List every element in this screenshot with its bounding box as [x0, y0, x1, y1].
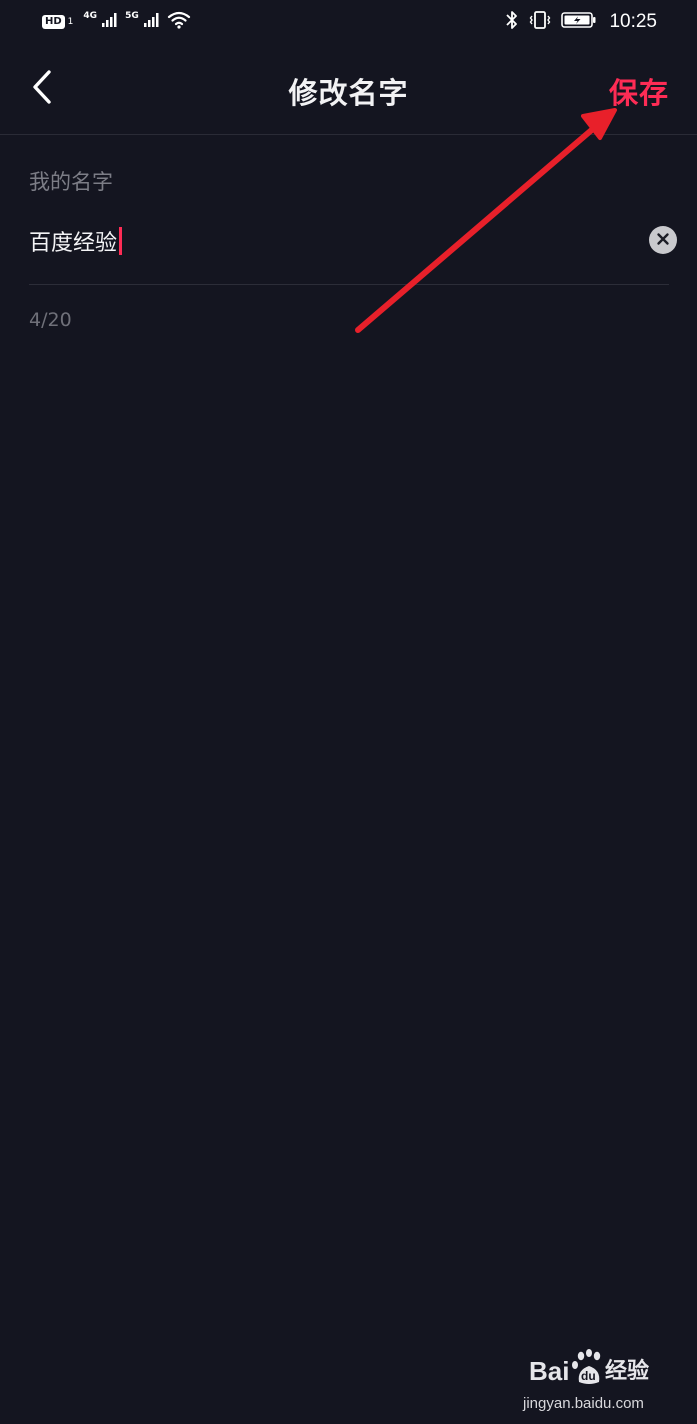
navigation-bar: 修改名字 保存	[0, 44, 697, 135]
bluetooth-icon	[505, 10, 519, 34]
clear-icon	[656, 231, 670, 250]
network-label-5g: 5G	[125, 11, 139, 21]
svg-text:du: du	[581, 1369, 596, 1383]
edit-name-screen: HD 1 4G 5G 10:25 修改名字 保存 我的名字 百度经验 4/20 …	[0, 0, 697, 1424]
hd-sim-number: 1	[67, 17, 74, 27]
status-right-group: 10:25	[505, 8, 657, 36]
network-label-4g: 4G	[83, 11, 98, 21]
character-count: 4/20	[29, 309, 72, 331]
signal-icon	[143, 12, 161, 32]
svg-text:Bai: Bai	[529, 1356, 569, 1386]
name-input[interactable]: 百度经验	[29, 214, 677, 268]
baidu-jingyan-logo: Bai du 经验	[529, 1349, 649, 1386]
text-caret	[119, 227, 123, 255]
wifi-icon	[167, 11, 191, 33]
name-field-label: 我的名字	[29, 170, 113, 194]
status-left-group: HD 1 4G 5G	[42, 10, 191, 34]
page-title: 修改名字	[288, 76, 409, 110]
watermark-url: jingyan.baidu.com	[523, 1395, 644, 1412]
svg-text:经验: 经验	[605, 1358, 649, 1384]
name-input-value[interactable]: 百度经验	[29, 225, 117, 257]
battery-icon	[561, 11, 597, 33]
clear-input-button[interactable]	[649, 226, 677, 254]
status-bar: HD 1 4G 5G 10:25	[0, 0, 697, 44]
clock-time: 10:25	[609, 11, 657, 32]
save-button[interactable]: 保存	[609, 70, 669, 112]
field-divider	[29, 284, 669, 285]
vibrate-icon	[529, 10, 551, 34]
hd-badge: HD	[42, 15, 65, 29]
watermark: Bai du 经验 jingyan.baidu.com	[523, 1348, 659, 1412]
signal-icon	[101, 12, 119, 32]
